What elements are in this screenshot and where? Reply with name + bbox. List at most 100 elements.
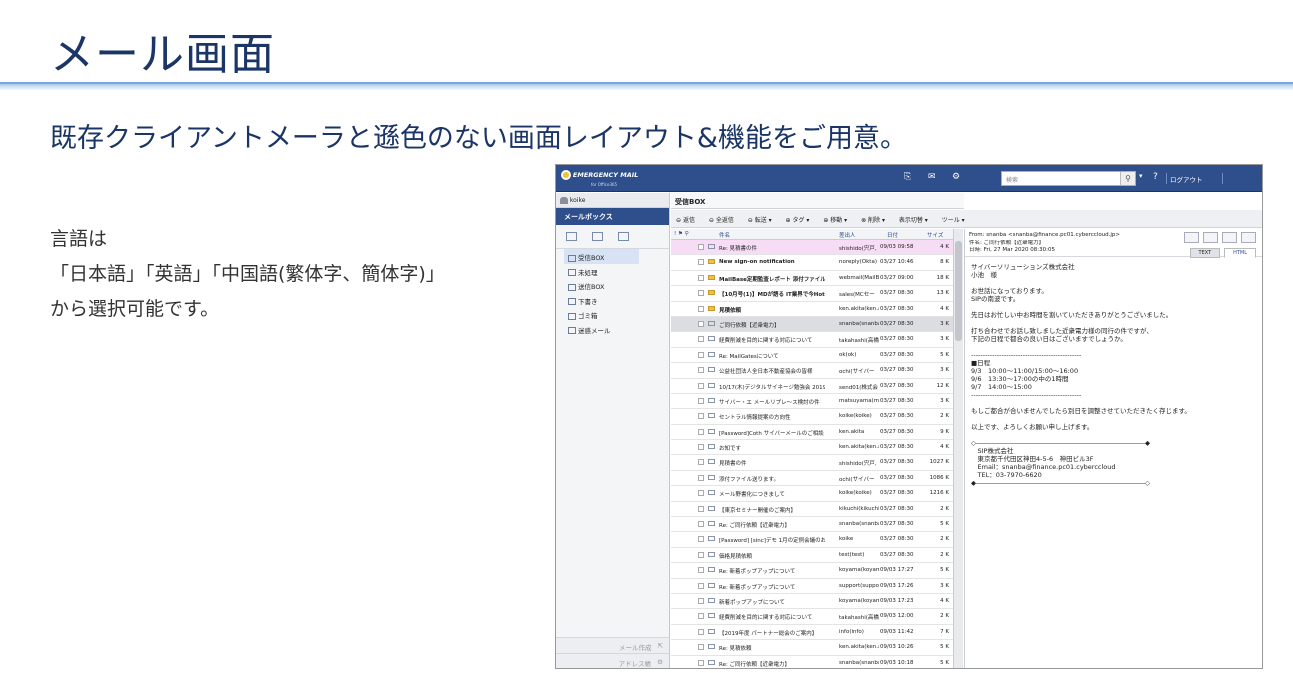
message-checkbox[interactable] (698, 567, 704, 574)
message-row[interactable]: 【10月号(1)】MDが語る IT業界で今Hotなトピック sales(MCセー 0… (671, 286, 953, 302)
message-row[interactable]: 【2019年度 パートナー総会のご案内】 info(info) 09/03 11:4… (671, 625, 953, 641)
message-checkbox[interactable] (698, 290, 704, 297)
message-row[interactable]: Re: 新着ポップアップについて koyama(koyam 09/03 17:27 5… (671, 563, 953, 579)
message-checkbox[interactable] (698, 505, 704, 512)
message-row[interactable]: 公益社団法人全日本不動産協会の皆様 ochi(サイバー 03/27 08:30 3 K (671, 363, 953, 379)
view-toggle-button[interactable]: 表示切替 ▾ (899, 217, 934, 224)
message-checkbox[interactable] (698, 336, 704, 343)
message-row[interactable]: [Password] [sinc]デモ 1月の定例会議のお知らせ koike 03/… (671, 532, 953, 548)
message-checkbox[interactable] (698, 613, 704, 620)
message-row[interactable]: MailBase定期監査レポート 添付ファイル監査 webmail(MailB03… (671, 271, 953, 287)
delete-button[interactable]: ⊗ 削除 ▾ (861, 217, 891, 224)
forward-button[interactable]: ⊖ 転送 ▾ (748, 217, 778, 224)
message-row[interactable]: ご同行依頼【近衆電力】 snanba(snanba 03/27 08:30 3 K (671, 316, 953, 333)
help-icon[interactable]: ? (1153, 172, 1158, 182)
message-checkbox[interactable] (698, 274, 704, 281)
message-checkbox[interactable] (698, 582, 704, 589)
message-checkbox[interactable] (698, 428, 704, 435)
message-checkbox[interactable] (698, 551, 704, 558)
column-date[interactable]: 日付 (887, 231, 898, 239)
message-row[interactable]: Re: 見積依頼 ken.akita(ken.a 09/03 10:26 5 K (671, 640, 953, 656)
folder-spam[interactable]: 迷惑メール (556, 322, 669, 337)
message-row[interactable]: 経費削減を目的に関する対応について takahashi(高橋 03/27 08:30… (671, 332, 953, 348)
message-checkbox[interactable] (698, 597, 704, 604)
search-options-chevron-icon[interactable]: ▾ (1139, 172, 1143, 180)
mailbox-tab-icon[interactable] (566, 232, 577, 241)
message-checkbox[interactable] (698, 244, 704, 250)
tab-text[interactable]: TEXT (1189, 248, 1221, 258)
message-subject: 経費削減を目的に関する対応について (719, 338, 813, 345)
search-field[interactable]: 検索 ⚲ (1001, 171, 1136, 186)
message-checkbox[interactable] (698, 305, 704, 312)
message-row[interactable]: 見積依頼 ken.akita(ken.a 03/27 08:30 4 K (671, 302, 953, 317)
logout-link[interactable]: ログアウト (1170, 174, 1203, 184)
move-button[interactable]: ⊕ 移動 ▾ (823, 217, 853, 224)
clock-action-icon[interactable] (1184, 232, 1200, 243)
message-row[interactable]: 経費削減を目的に関する対応について takahashi(高橋 09/03 12:00… (671, 609, 953, 625)
message-row[interactable]: Re: ご同行依頼【近衆電力】 snanba(snanba 09/03 10:18 5… (671, 656, 953, 668)
mail-icon[interactable]: ✉ (928, 172, 936, 182)
message-row[interactable]: New sign-on notification noreply(Okta) 03/… (671, 255, 953, 271)
search-icon[interactable]: ⚲ (1120, 172, 1135, 185)
message-row[interactable]: 見積書の件 shishido(宍戸, 03/27 08:30 1027 K (671, 455, 953, 471)
gear-tab-icon[interactable] (617, 232, 629, 241)
folder-trash[interactable]: ゴミ箱 (556, 307, 669, 322)
message-row[interactable]: 添付ファイル送ります。 ochi(サイバー 03/27 08:30 1086 K (671, 471, 953, 487)
message-checkbox[interactable] (698, 628, 704, 635)
settings-icon[interactable]: ⚙ (952, 172, 960, 182)
message-row[interactable]: メール野書化につきまして koike(koike) 03/27 08:30 1216 … (671, 486, 953, 502)
envelope-icon (708, 551, 715, 557)
tag-button[interactable]: ⊕ タグ ▾ (786, 217, 816, 224)
column-from[interactable]: 差出人 (839, 231, 856, 239)
message-checkbox[interactable] (698, 459, 704, 466)
message-row[interactable]: Re: 見積書の件 shishido(宍戸, 09/03 09:58 4 K (671, 240, 953, 256)
message-row[interactable]: セントラル情報提案の方向性 koike(koike) 03/27 08:30 2 K (671, 409, 953, 425)
more-action-icon[interactable] (1241, 232, 1256, 243)
message-row[interactable]: サイバー・エ メールリプレ〜ス検討の件 matsuyama(ma 03/27 08:… (671, 394, 953, 410)
message-date: 09/03 12:00 (880, 613, 914, 620)
message-checkbox[interactable] (698, 367, 704, 374)
message-row[interactable]: 10/17(木)デジタルサイネージ勉強会 2019〜広告×エンタメ地位ノハ sen… (671, 379, 953, 394)
flag-action-icon[interactable] (1203, 232, 1219, 243)
folder-drafts[interactable]: 下書き (556, 293, 669, 308)
message-row[interactable]: Re: ご同行依頼【近衆電力】 snanba(snanba 03/27 08:30 5… (671, 517, 953, 533)
message-checkbox[interactable] (698, 259, 704, 266)
flag-column-icon[interactable]: ! ⚑ ⚲ (674, 231, 689, 237)
tools-button[interactable]: ツール ▾ (942, 217, 971, 224)
message-checkbox[interactable] (698, 490, 704, 497)
message-checkbox[interactable] (698, 382, 704, 389)
exit-door-icon[interactable]: ⎘ (904, 172, 911, 182)
message-checkbox[interactable] (698, 521, 704, 528)
message-row[interactable]: Re: MailGatesについて ok(ok) 03/27 08:30 5 K (671, 348, 953, 364)
filter-tab-icon[interactable] (591, 232, 603, 241)
folder-inbox[interactable]: 受信BOX (564, 249, 639, 264)
message-checkbox[interactable] (698, 413, 704, 420)
message-row[interactable]: Re: 新着ポップアップについて support(support 09/03 17:… (671, 579, 953, 594)
address-book-button[interactable]: ⚙ アドレス帳 (556, 653, 669, 668)
folder-unprocessed[interactable]: 未処理 (556, 264, 669, 279)
message-row[interactable]: 価格見積依頼 test(test) 03/27 08:30 2 K (671, 548, 953, 564)
message-checkbox[interactable] (698, 659, 704, 666)
print-action-icon[interactable] (1222, 232, 1238, 243)
message-row[interactable]: お知です ken.akita(ken.a 03/27 08:30 4 K (671, 440, 953, 456)
column-size[interactable]: サイズ (927, 231, 943, 239)
message-row[interactable]: 新着ポップアップについて koyama(koyam 09/03 17:23 4 K (671, 594, 953, 610)
message-list-scrollbar[interactable] (953, 229, 963, 668)
folder-sent[interactable]: 送信BOX (556, 278, 669, 293)
message-checkbox[interactable] (698, 536, 704, 543)
reply-all-button[interactable]: ⊖ 全返信 (709, 217, 740, 224)
reply-button[interactable]: ⊖ 返信 (676, 217, 701, 224)
scroll-thumb[interactable] (955, 241, 962, 341)
tab-html[interactable]: HTML (1224, 248, 1256, 258)
subject-line: 件名: ご同行依頼【近衆電力】 (969, 239, 1045, 246)
message-checkbox[interactable] (698, 397, 704, 404)
message-row[interactable]: [Password]Coth サイバーメールのご相談 ken.akita 03/27… (671, 425, 953, 441)
message-checkbox[interactable] (698, 351, 704, 358)
message-checkbox[interactable] (698, 320, 704, 327)
message-checkbox[interactable] (698, 644, 704, 651)
message-checkbox[interactable] (698, 474, 704, 481)
compose-button[interactable]: ⇱ メール作成 (556, 637, 669, 653)
column-subject[interactable]: 件名 (719, 231, 730, 239)
message-row[interactable]: 【東京セミナー開催のご案内】 kikuchi(kikuchi) 03/27 08:3… (671, 502, 953, 518)
message-checkbox[interactable] (698, 444, 704, 451)
